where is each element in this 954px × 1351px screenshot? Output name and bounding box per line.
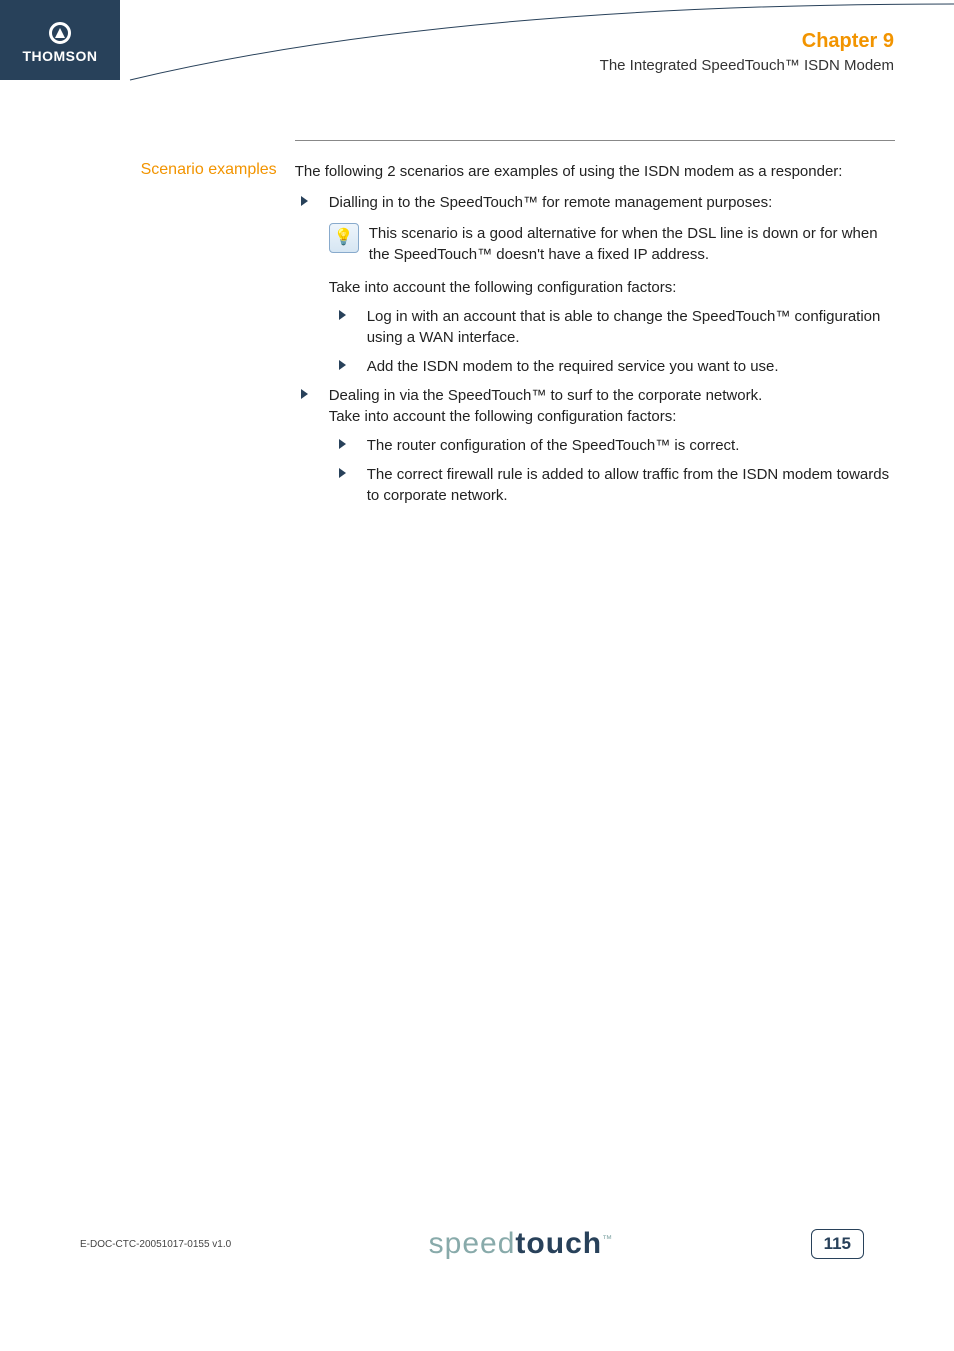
list-item: Log in with an account that is able to c… — [329, 306, 894, 348]
list-item: The correct firewall rule is added to al… — [329, 464, 894, 506]
scenario-2-line2: Take into account the following configur… — [329, 408, 677, 425]
config-list-2: The router configuration of the SpeedTou… — [329, 435, 894, 506]
brand-logo: THOMSON — [0, 0, 120, 64]
page-number: 115 — [811, 1229, 864, 1259]
scenario-list: Dialling in to the SpeedTouch™ for remot… — [295, 192, 894, 506]
footer-logo-bold: touch — [515, 1227, 602, 1260]
brand-mark-icon — [49, 22, 71, 44]
footer-logo-light: speed — [429, 1227, 516, 1260]
footer: E-DOC-CTC-20051017-0155 v1.0 speedtouch™… — [0, 1227, 954, 1261]
list-item: Dialling in to the SpeedTouch™ for remot… — [295, 192, 894, 377]
list-item: Add the ISDN modem to the required servi… — [329, 356, 894, 377]
config-intro-1: Take into account the following configur… — [329, 277, 894, 298]
scenario-2-line1: Dealing in via the SpeedTouch™ to surf t… — [329, 387, 763, 404]
section-row: Scenario examples The following 2 scenar… — [0, 141, 894, 506]
chapter-subtitle: The Integrated SpeedTouch™ ISDN Modem — [600, 57, 894, 74]
section-body: The following 2 scenarios are examples o… — [295, 141, 894, 506]
page: THOMSON Chapter 9 The Integrated SpeedTo… — [0, 0, 954, 1351]
intro-text: The following 2 scenarios are examples o… — [295, 161, 894, 182]
trademark-symbol: ™ — [602, 1234, 613, 1245]
section-label: Scenario examples — [0, 141, 295, 506]
chapter-title: Chapter 9 — [600, 30, 894, 53]
content-area: Scenario examples The following 2 scenar… — [0, 140, 954, 506]
list-item: Dealing in via the SpeedTouch™ to surf t… — [295, 385, 894, 506]
scenario-1-title: Dialling in to the SpeedTouch™ for remot… — [329, 194, 773, 211]
tip-box: 💡 This scenario is a good alternative fo… — [329, 223, 894, 265]
list-item: The router configuration of the SpeedTou… — [329, 435, 894, 456]
tip-text: This scenario is a good alternative for … — [369, 223, 894, 265]
footer-logo: speedtouch™ — [429, 1227, 613, 1261]
brand-logo-block: THOMSON — [0, 0, 120, 80]
brand-name: THOMSON — [0, 48, 120, 64]
header-text: Chapter 9 The Integrated SpeedTouch™ ISD… — [600, 30, 894, 74]
config-list-1: Log in with an account that is able to c… — [329, 306, 894, 377]
document-id: E-DOC-CTC-20051017-0155 v1.0 — [80, 1239, 231, 1250]
lightbulb-icon: 💡 — [329, 223, 359, 253]
